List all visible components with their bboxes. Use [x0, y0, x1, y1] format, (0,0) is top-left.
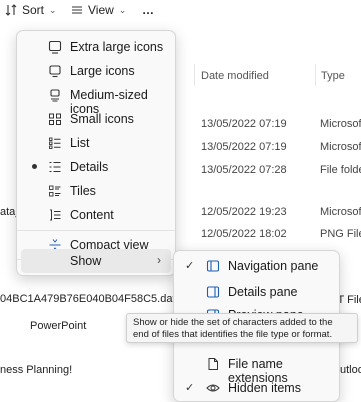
navigation-pane-icon	[206, 260, 220, 272]
selected-bullet-icon	[32, 164, 37, 169]
tooltip: Show or hide the set of characters added…	[126, 313, 358, 343]
row-type: Microsoft	[320, 206, 361, 218]
hidden-items-icon	[206, 384, 220, 392]
check-icon: ✓	[185, 382, 195, 394]
command-bar: Sort ⌄ View ⌄ …	[0, 0, 361, 22]
menu-item-label: Extra large icons	[70, 40, 164, 54]
check-icon: ✓	[185, 260, 195, 272]
view-label: View	[88, 3, 114, 17]
menu-item-label: List	[70, 136, 90, 150]
menu-item-label: Details	[70, 160, 109, 174]
view-icon	[72, 6, 82, 14]
more-options-button[interactable]: …	[142, 1, 155, 19]
sort-icon	[5, 4, 17, 16]
column-header-type[interactable]: Type	[321, 70, 345, 82]
menu-item-content[interactable]: Content	[21, 203, 171, 227]
menu-item-details[interactable]: Details	[21, 155, 171, 179]
column-header-date-modified[interactable]: Date modified	[201, 70, 269, 82]
menu-item-show[interactable]: Show ›	[21, 249, 171, 273]
file-name[interactable]: PowerPoint	[30, 320, 86, 332]
menu-item-large-icons[interactable]: Large icons	[21, 59, 171, 83]
submenu-item-hidden-items[interactable]: ✓ Hidden items	[178, 376, 335, 400]
chevron-right-icon: ›	[157, 253, 161, 267]
row-date: 12/05/2022 19:23	[201, 206, 287, 218]
content-icon	[50, 209, 61, 221]
submenu-item-label: Hidden items	[228, 381, 301, 395]
file-type: utlook I	[340, 364, 361, 376]
chevron-down-icon: ⌄	[49, 4, 57, 15]
column-divider	[315, 64, 316, 86]
sort-label: Sort	[22, 3, 45, 17]
menu-item-label: Tiles	[70, 184, 96, 198]
tiles-icon	[49, 185, 61, 197]
row-type: File folder	[320, 164, 361, 176]
chevron-down-icon: ⌄	[118, 4, 127, 15]
row-type: Microsoft	[320, 141, 361, 153]
column-divider	[194, 64, 195, 86]
menu-item-list[interactable]: List	[21, 131, 171, 155]
more-icon: …	[142, 3, 155, 17]
large-icons-icon	[49, 65, 61, 78]
submenu-item-label: Details pane	[228, 285, 298, 299]
medium-icons-icon	[50, 89, 60, 102]
menu-item-label: Content	[70, 208, 114, 222]
row-type: Microsoft	[320, 118, 361, 130]
file-name[interactable]: 04BC1A479B76E040B04F58C5.dat	[0, 293, 176, 305]
view-button[interactable]: View ⌄	[71, 1, 126, 19]
submenu-item-label: Navigation pane	[228, 259, 319, 273]
menu-item-medium-icons[interactable]: Medium-sized icons	[21, 83, 171, 116]
submenu-item-details-pane[interactable]: Details pane	[178, 280, 335, 304]
row-date: 12/05/2022 18:02	[201, 228, 287, 240]
row-date: 13/05/2022 07:19	[201, 141, 287, 153]
menu-item-label: Large icons	[70, 64, 135, 78]
file-name-extensions-icon	[208, 358, 218, 370]
menu-divider	[17, 230, 175, 231]
row-date: 13/05/2022 07:19	[201, 118, 287, 130]
small-icons-icon	[49, 113, 61, 125]
list-icon	[49, 137, 61, 149]
details-icon	[49, 161, 61, 173]
row-date: 13/05/2022 07:28	[201, 164, 287, 176]
submenu-item-navigation-pane[interactable]: ✓ Navigation pane	[178, 254, 335, 278]
menu-item-small-icons[interactable]: Small icons	[21, 107, 171, 131]
extra-large-icons-icon	[48, 40, 62, 54]
sort-button[interactable]: Sort ⌄	[5, 1, 57, 19]
row-type: PNG File	[320, 228, 361, 240]
details-pane-icon	[206, 286, 220, 298]
view-menu: Extra large icons Large icons Medium-siz…	[16, 30, 176, 276]
menu-item-tiles[interactable]: Tiles	[21, 179, 171, 203]
menu-item-label: Small icons	[70, 112, 134, 126]
submenu-item-file-name-extensions[interactable]: File name extensions	[178, 352, 335, 385]
file-name[interactable]: ness Planning!	[0, 364, 72, 376]
menu-item-label: Show	[70, 254, 102, 268]
menu-item-extra-large-icons[interactable]: Extra large icons	[21, 35, 171, 59]
